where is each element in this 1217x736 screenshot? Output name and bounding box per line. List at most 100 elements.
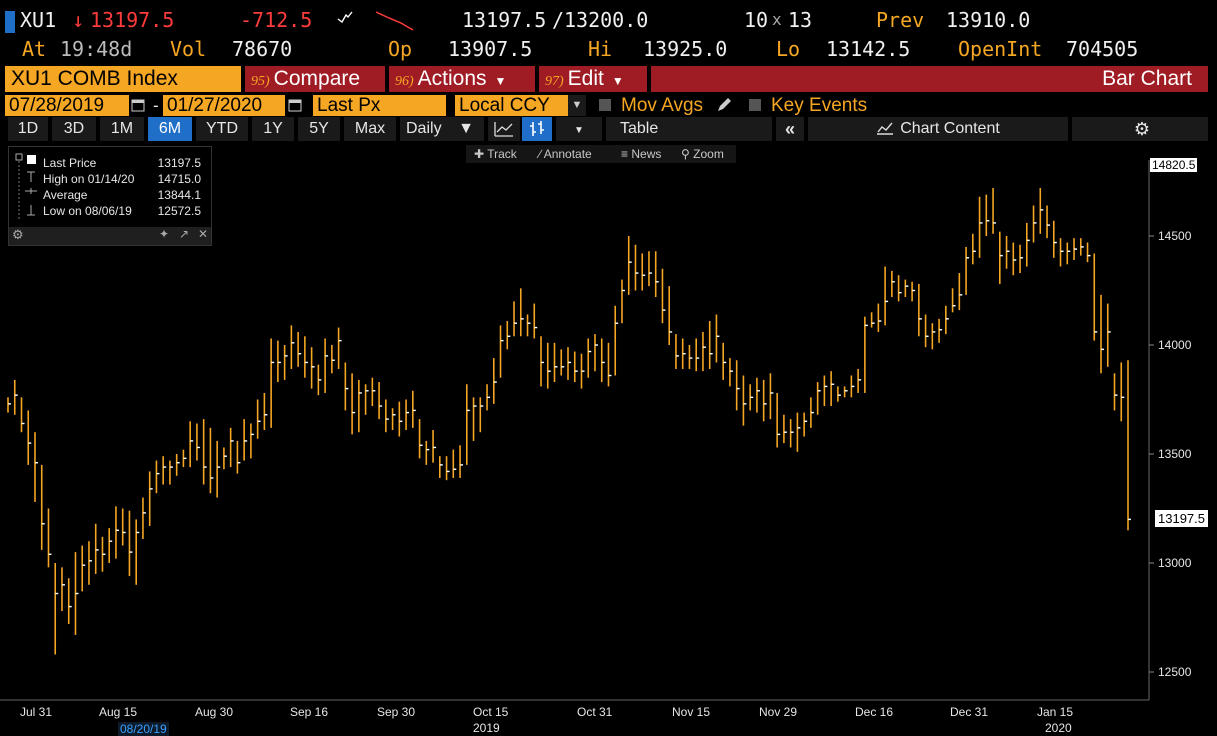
period-max[interactable]: Max bbox=[344, 117, 396, 141]
ohlc-bar[interactable] bbox=[47, 508, 52, 568]
ohlc-bar[interactable] bbox=[519, 288, 524, 337]
ohlc-bar[interactable] bbox=[297, 331, 302, 367]
period-1m[interactable]: 1M bbox=[100, 117, 144, 141]
ohlc-bar[interactable] bbox=[351, 373, 356, 435]
ohlc-bar[interactable] bbox=[101, 536, 106, 572]
ohlc-bar[interactable] bbox=[985, 194, 990, 236]
ohlc-bar[interactable] bbox=[1019, 244, 1024, 274]
ohlc-bar[interactable] bbox=[27, 410, 32, 465]
ohlc-bar[interactable] bbox=[412, 390, 416, 428]
ohlc-bar[interactable] bbox=[877, 303, 882, 332]
period-ytd[interactable]: YTD bbox=[196, 117, 248, 141]
ohlc-bar[interactable] bbox=[546, 342, 551, 389]
ohlc-bar[interactable] bbox=[256, 399, 261, 439]
ohlc-bar[interactable] bbox=[803, 412, 808, 437]
ohlc-bar[interactable] bbox=[904, 279, 909, 298]
ohlc-bar[interactable] bbox=[499, 325, 504, 378]
ohlc-bar[interactable] bbox=[722, 342, 727, 380]
ohlc-bar[interactable] bbox=[1100, 294, 1105, 374]
ohlc-bar[interactable] bbox=[661, 268, 666, 324]
ohlc-bar[interactable] bbox=[243, 419, 248, 461]
key-events-checkbox[interactable] bbox=[749, 99, 761, 111]
ohlc-bar[interactable] bbox=[1086, 242, 1091, 263]
ohlc-bar[interactable] bbox=[830, 371, 835, 407]
ohlc-bar[interactable] bbox=[405, 399, 410, 431]
ticker[interactable]: XU1 bbox=[20, 9, 56, 31]
ohlc-bar[interactable] bbox=[972, 233, 976, 265]
ohlc-bar[interactable] bbox=[951, 288, 956, 313]
ohlc-bar[interactable] bbox=[371, 377, 376, 407]
ohlc-bar[interactable] bbox=[61, 567, 65, 611]
ohlc-bar[interactable] bbox=[391, 408, 396, 431]
ohlc-bar[interactable] bbox=[452, 449, 457, 478]
actions-menu[interactable]: 96) Actions ▼ bbox=[389, 66, 535, 92]
ohlc-bar[interactable] bbox=[358, 379, 362, 433]
ohlc-bar[interactable] bbox=[108, 528, 113, 563]
ohlc-bar[interactable] bbox=[344, 362, 349, 411]
ohlc-bar[interactable] bbox=[816, 382, 821, 415]
ohlc-bar[interactable] bbox=[1032, 205, 1037, 243]
ohlc-bar[interactable] bbox=[148, 471, 153, 526]
ohlc-bar[interactable] bbox=[708, 321, 713, 369]
ohlc-bar[interactable] bbox=[870, 312, 875, 328]
ohlc-bar[interactable] bbox=[715, 314, 720, 363]
ohlc-bar[interactable] bbox=[13, 379, 18, 415]
ohlc-bar[interactable] bbox=[418, 419, 423, 459]
ohlc-bar[interactable] bbox=[1127, 360, 1131, 531]
ohlc-bar[interactable] bbox=[492, 358, 497, 404]
ohlc-bar[interactable] bbox=[614, 305, 619, 376]
ohlc-bar[interactable] bbox=[34, 432, 38, 502]
ohlc-bar[interactable] bbox=[864, 316, 868, 393]
ohlc-bar[interactable] bbox=[796, 412, 801, 452]
track-tool[interactable]: ✚ Track bbox=[474, 147, 517, 161]
ohlc-bar[interactable] bbox=[634, 244, 639, 291]
ohlc-bar[interactable] bbox=[216, 440, 221, 498]
ohlc-bar[interactable] bbox=[992, 188, 997, 234]
ohlc-bar[interactable] bbox=[182, 449, 187, 468]
ohlc-bar[interactable] bbox=[668, 286, 673, 345]
ohlc-bar[interactable] bbox=[67, 578, 72, 625]
ohlc-bar[interactable] bbox=[385, 399, 389, 433]
ohlc-bar[interactable] bbox=[688, 345, 693, 369]
ohlc-bar[interactable] bbox=[135, 519, 140, 585]
ohlc-bar[interactable] bbox=[459, 445, 464, 478]
ohlc-bar[interactable] bbox=[553, 342, 558, 383]
ohlc-bar[interactable] bbox=[155, 460, 160, 494]
ohlc-bar[interactable] bbox=[283, 345, 288, 380]
ohlc-bar[interactable] bbox=[1012, 242, 1017, 276]
ohlc-bar[interactable] bbox=[789, 419, 794, 448]
ohlc-bar[interactable] bbox=[486, 384, 491, 411]
ohlc-bar[interactable] bbox=[277, 340, 281, 383]
ohlc-bar[interactable] bbox=[607, 342, 612, 387]
ohlc-bar[interactable] bbox=[425, 440, 430, 465]
ohlc-bar[interactable] bbox=[270, 338, 275, 428]
ohlc-bar[interactable] bbox=[931, 323, 936, 350]
ohlc-bar[interactable] bbox=[1106, 303, 1111, 367]
ohlc-bar[interactable] bbox=[965, 246, 970, 295]
ohlc-bar[interactable] bbox=[911, 281, 916, 302]
pencil-icon[interactable] bbox=[716, 97, 732, 113]
ohlc-bar[interactable] bbox=[121, 508, 126, 546]
ohlc-bar[interactable] bbox=[472, 397, 477, 441]
ohlc-bar[interactable] bbox=[304, 336, 308, 378]
chart-content-button[interactable]: Chart Content bbox=[808, 117, 1068, 141]
field-select[interactable]: Last Px bbox=[313, 95, 446, 116]
ohlc-bar[interactable] bbox=[263, 392, 268, 431]
ohlc-bar[interactable] bbox=[756, 377, 760, 413]
ohlc-bar[interactable] bbox=[702, 331, 706, 372]
ohlc-bar[interactable] bbox=[236, 440, 241, 474]
ohlc-bar[interactable] bbox=[918, 283, 922, 337]
ohlc-bar[interactable] bbox=[1005, 236, 1010, 269]
ohlc-bar[interactable] bbox=[945, 305, 949, 335]
start-date-input[interactable]: 07/28/2019 bbox=[5, 95, 129, 116]
ohlc-bar[interactable] bbox=[580, 353, 585, 389]
news-tool[interactable]: ≡ News bbox=[621, 147, 661, 161]
ohlc-bar[interactable] bbox=[1120, 362, 1125, 422]
ohlc-bar[interactable] bbox=[1059, 238, 1064, 267]
ohlc-bar[interactable] bbox=[1052, 220, 1057, 258]
compare-button[interactable]: 95) Compare bbox=[245, 66, 385, 92]
ohlc-bar[interactable] bbox=[1046, 205, 1051, 239]
ohlc-bar[interactable] bbox=[897, 275, 902, 302]
ohlc-bar[interactable] bbox=[1066, 242, 1071, 265]
ohlc-bar[interactable] bbox=[567, 347, 571, 380]
